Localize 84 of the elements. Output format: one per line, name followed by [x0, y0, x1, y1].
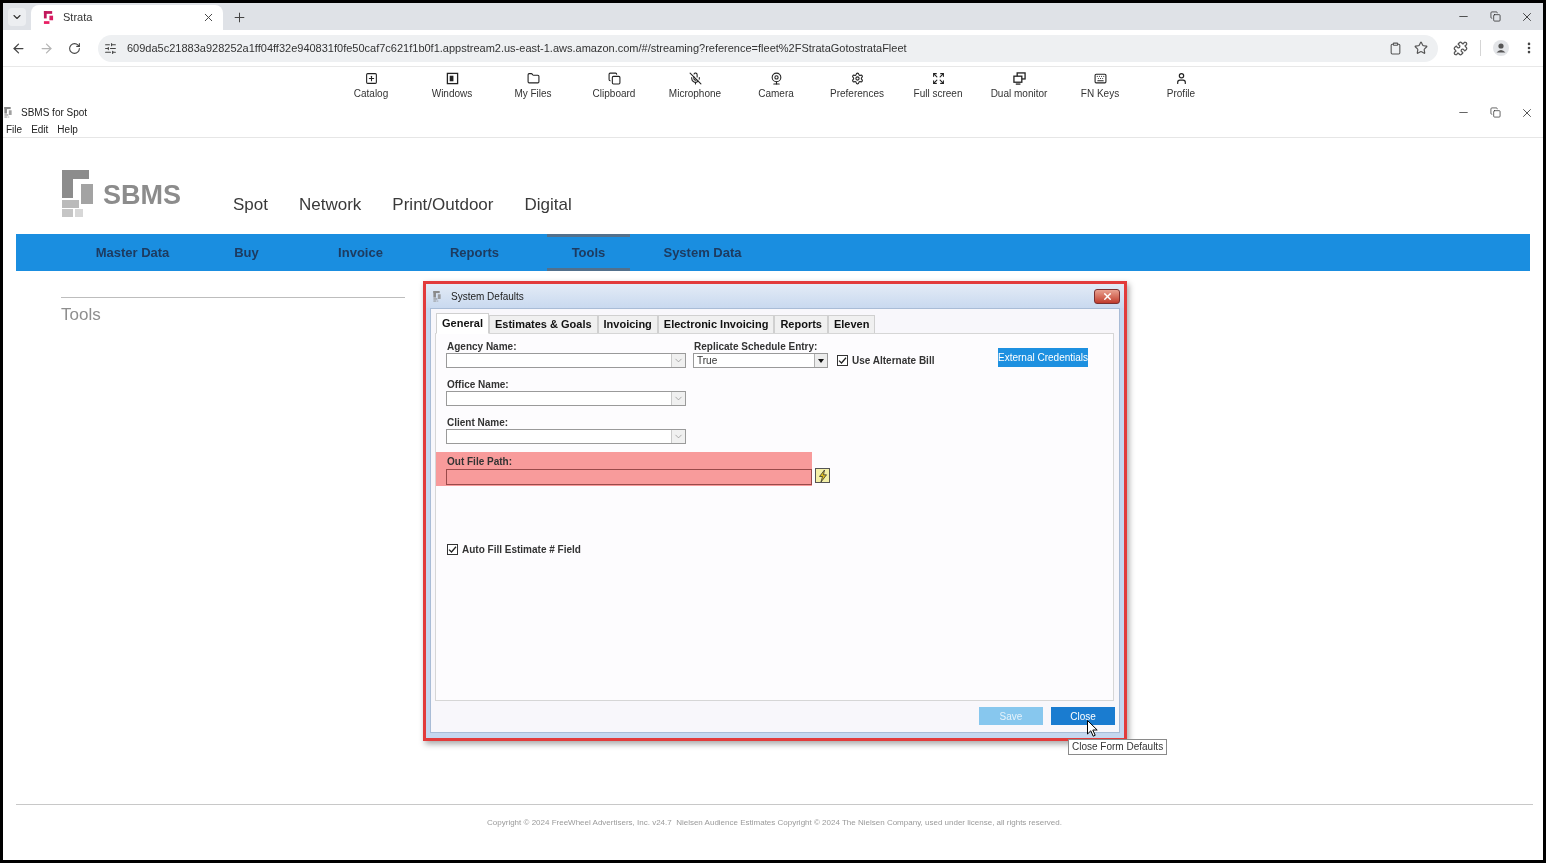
field-label: Client Name:: [446, 416, 509, 429]
keyboard-icon: [1093, 72, 1107, 85]
window-title: SBMS for Spot: [21, 106, 88, 120]
field-label: Replicate Schedule Entry:: [693, 340, 818, 353]
dialog-tab[interactable]: Invoicing: [597, 315, 658, 333]
toolbar-button[interactable]: My Files: [492, 67, 574, 104]
checkbox-label: Auto Fill Estimate # Field: [462, 543, 581, 557]
toolbar-button[interactable]: Profile: [1140, 67, 1222, 104]
dialog-close-button[interactable]: Close: [1051, 707, 1115, 725]
copyright-text: Copyright © 2024 FreeWheel Advertisers, Inc. v24.7 Nielsen Audience Estimates Copyright © 2024 The Nielsen Company, used under license, all rights reserved.: [487, 817, 1062, 829]
path-input[interactable]: [446, 469, 812, 485]
user-icon: [1174, 72, 1188, 85]
lightning-icon: [817, 469, 828, 482]
close-icon: [1101, 290, 1113, 302]
dialog-tab[interactable]: General: [436, 313, 489, 334]
new-tab-button[interactable]: [231, 9, 247, 25]
browser-tab[interactable]: Strata: [31, 5, 223, 30]
close-button[interactable]: [1094, 288, 1120, 304]
save-button: Save: [979, 707, 1043, 725]
close-icon[interactable]: [202, 11, 215, 24]
extensions-icon[interactable]: [1453, 40, 1468, 56]
product-tab[interactable]: Digital: [524, 195, 572, 215]
dialog-tab[interactable]: Reports: [774, 315, 828, 333]
webcam-icon: [769, 72, 783, 85]
product-tab[interactable]: Spot: [233, 195, 268, 215]
two-monitors-icon: [1012, 72, 1026, 85]
arrow-right-icon: [38, 40, 54, 56]
product-tab[interactable]: Print/Outdoor: [392, 195, 494, 215]
checkbox[interactable]: [447, 544, 458, 555]
sbms-logo-icon: [62, 170, 93, 217]
checkmark-icon: [448, 545, 457, 554]
tooltip: Close Form Defaults: [1068, 739, 1168, 755]
dialog-title: System Defaults: [451, 289, 524, 304]
checkbox-label: Use Alternate Bill: [852, 354, 935, 368]
toolbar-button[interactable]: Full screen: [897, 67, 979, 104]
select-box[interactable]: True: [693, 353, 828, 368]
toolbar-button[interactable]: FN Keys: [1059, 67, 1141, 104]
dialog-tab[interactable]: Electronic Invoicing: [657, 315, 775, 333]
clipboard-icon[interactable]: [1389, 41, 1402, 55]
copy-icon: [607, 72, 621, 85]
combo-box[interactable]: [446, 391, 686, 406]
browse-button[interactable]: [815, 468, 830, 483]
settings-icon: [850, 72, 864, 85]
address-bar[interactable]: 609da5c21883a928252a1ff04ff32e940831f0fe50caf7c621f1b0f1.appstream2.us-east-1.aws.amazon.com/#/streaming?reference=fleet%2FStrataGotostrataFleet: [98, 34, 1438, 62]
dialog-tab[interactable]: Eleven: [827, 315, 876, 333]
menu-item[interactable]: Edit: [31, 121, 49, 137]
microphone-off-icon: [688, 72, 702, 85]
site-settings-icon[interactable]: [104, 41, 117, 55]
field-label: Agency Name:: [446, 340, 517, 353]
product-tab[interactable]: Network: [299, 195, 362, 215]
plus-square-icon: [364, 72, 378, 85]
app-logo-icon: [433, 290, 441, 302]
toolbar-button[interactable]: Preferences: [816, 67, 898, 104]
toolbar-button[interactable]: Camera: [735, 67, 817, 104]
app-logo-icon: [4, 107, 12, 118]
menu-item[interactable]: File: [6, 121, 23, 137]
panel-icon: [445, 72, 459, 85]
menu-item[interactable]: Help: [57, 121, 78, 137]
toolbar-button[interactable]: Dual monitor: [978, 67, 1060, 104]
toolbar-button[interactable]: Windows: [411, 67, 493, 104]
tab-title: Strata: [63, 10, 93, 26]
field-label: Out File Path:: [446, 455, 512, 468]
tab-search-button[interactable]: [8, 8, 26, 26]
star-icon[interactable]: [1414, 41, 1428, 55]
field-label: Office Name:: [446, 378, 509, 391]
restore-icon: [1489, 107, 1501, 118]
logo-text: SBMS: [103, 181, 181, 209]
profile-avatar-icon[interactable]: [1493, 40, 1509, 56]
expand-icon: [931, 72, 945, 85]
plus-icon: [231, 9, 247, 25]
checkbox[interactable]: [837, 355, 848, 366]
dialog-tab[interactable]: Estimates & Goals: [488, 315, 598, 333]
toolbar-button[interactable]: Clipboard: [573, 67, 655, 104]
folder-icon: [526, 72, 540, 85]
reload-icon: [67, 41, 81, 55]
checkmark-icon: [838, 356, 847, 365]
restore-icon: [1489, 11, 1501, 22]
sidebar-title: Tools: [61, 305, 101, 325]
app-logo-icon: [43, 11, 54, 24]
combo-box[interactable]: [446, 429, 686, 444]
combo-box[interactable]: [446, 353, 686, 368]
triangle-down-icon: [818, 358, 824, 363]
toolbar-button[interactable]: Catalog: [330, 67, 412, 104]
toolbar-button[interactable]: Microphone: [654, 67, 736, 104]
